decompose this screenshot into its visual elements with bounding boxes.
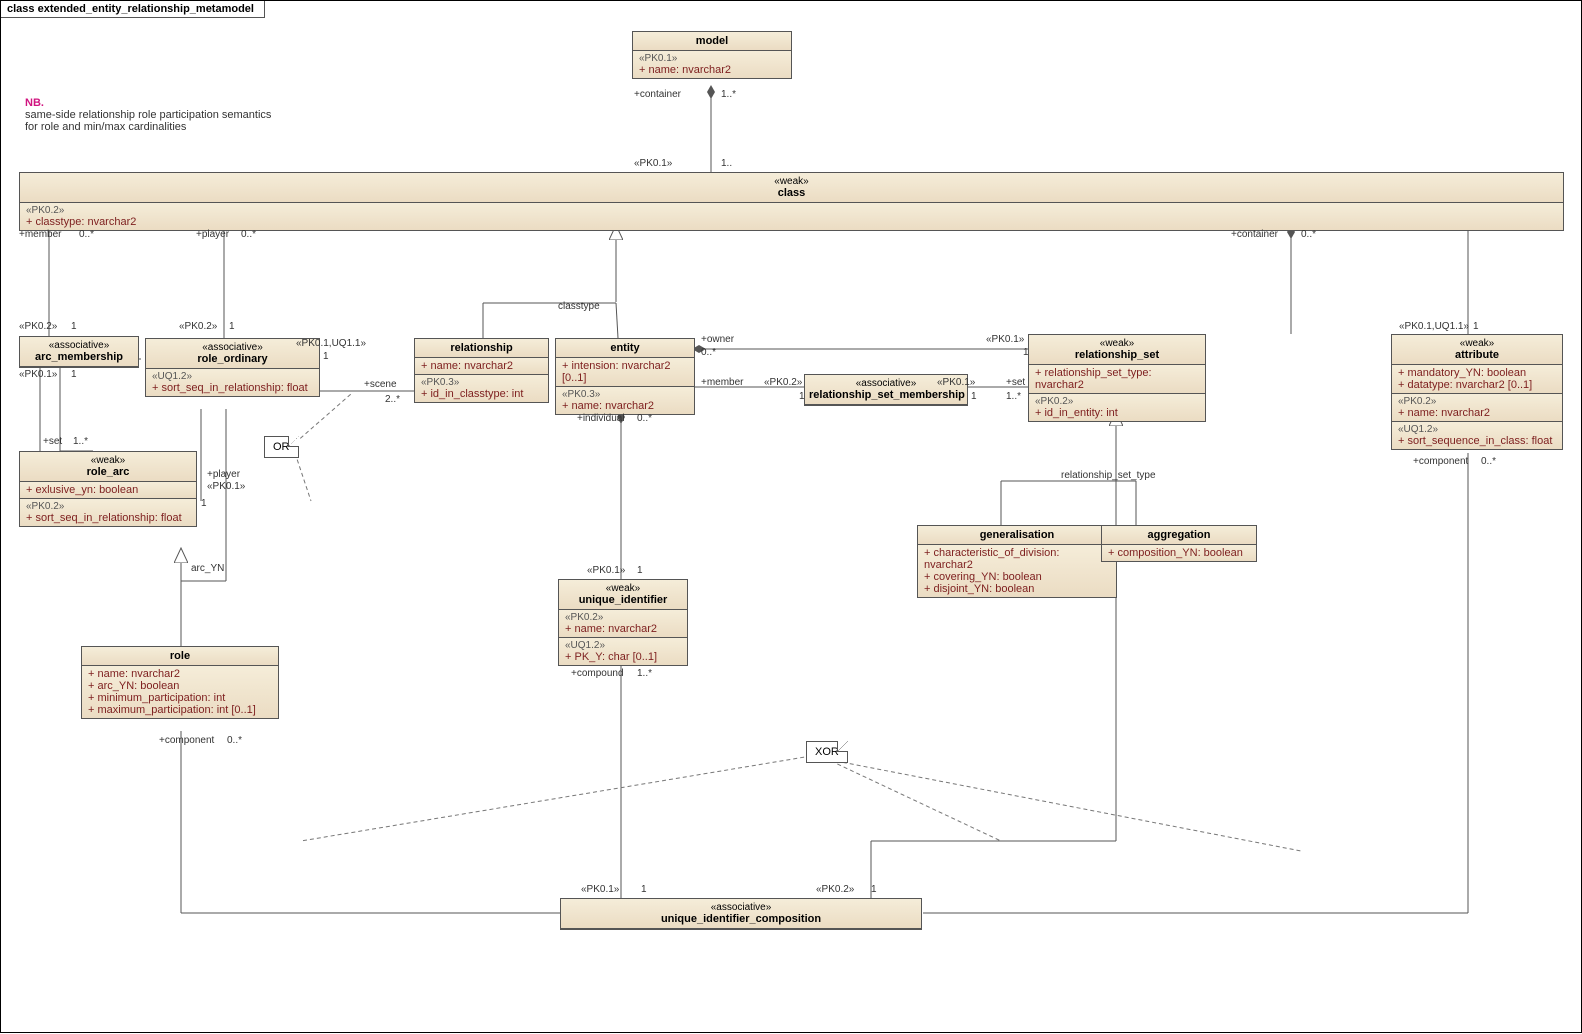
- class-arc-membership: «associative»arc_membership: [19, 336, 139, 368]
- class-generalisation: generalisation + characteristic_of_divis…: [917, 525, 1117, 598]
- class-attribute: «weak»attribute + mandatory_YN: boolean+…: [1391, 334, 1563, 450]
- class-aggregation: aggregation + composition_YN: boolean: [1101, 525, 1257, 562]
- class-role: role + name: nvarchar2+ arc_YN: boolean+…: [81, 646, 279, 719]
- note-text: NB. same-side relationship role particip…: [25, 97, 271, 133]
- or-note: OR: [264, 436, 299, 458]
- class-role-ordinary: «associative»role_ordinary «UQ1.2»+ sort…: [145, 338, 320, 397]
- xor-note: XOR: [806, 741, 848, 763]
- class-relationship: relationship + name: nvarchar2 «PK0.3»+ …: [414, 338, 549, 403]
- class-relationship-set: «weak»relationship_set + relationship_se…: [1028, 334, 1206, 422]
- class-uic: «associative»unique_identifier_compositi…: [560, 898, 922, 930]
- frame-title: class extended_entity_relationship_metam…: [1, 1, 265, 18]
- connections: [1, 1, 1582, 1034]
- class-model: model «PK0.1»+ name: nvarchar2: [632, 31, 792, 79]
- class-entity: entity + intension: nvarchar2 [0..1] «PK…: [555, 338, 695, 415]
- class-role-arc: «weak»role_arc + exlusive_yn: boolean «P…: [19, 451, 197, 527]
- diagram-canvas: class extended_entity_relationship_metam…: [0, 0, 1582, 1033]
- class-class: «weak»class «PK0.2»+ classtype: nvarchar…: [19, 172, 1564, 231]
- class-unique-identifier: «weak»unique_identifier «PK0.2»+ name: n…: [558, 579, 688, 666]
